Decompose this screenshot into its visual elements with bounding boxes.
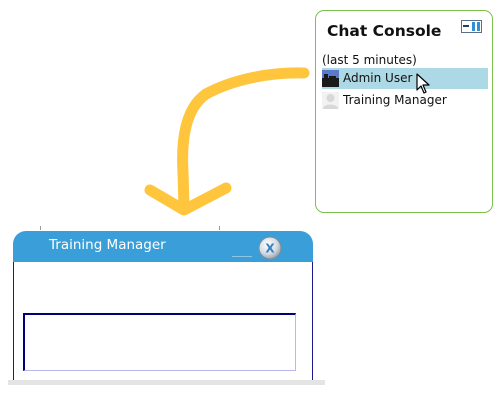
chat-console-panel: Chat Console (last 5 minutes) Admin User [315, 10, 493, 213]
user-row-admin-user[interactable]: Admin User [322, 68, 488, 89]
user-row-training-manager[interactable]: Training Manager [322, 90, 488, 111]
chat-window: Training Manager X [13, 231, 313, 380]
close-button[interactable]: X [258, 236, 282, 260]
admin-user-avatar-icon [322, 70, 339, 87]
minimize-icon[interactable] [232, 256, 252, 257]
divider-tick [219, 226, 220, 230]
chat-window-header[interactable]: Training Manager X [13, 231, 313, 262]
mouse-cursor-icon [416, 73, 430, 95]
chat-window-title: Training Manager [49, 237, 166, 253]
bottom-shelf [8, 380, 325, 385]
close-label: X [265, 242, 275, 256]
chat-console-title: Chat Console [327, 22, 442, 40]
default-user-avatar-icon [322, 92, 339, 109]
message-input[interactable] [23, 313, 296, 371]
dock-toggle-icon[interactable] [461, 20, 482, 33]
user-name: Admin User [343, 71, 413, 85]
divider-tick [40, 226, 41, 230]
user-name: Training Manager [343, 93, 447, 107]
console-subtitle: (last 5 minutes) [322, 53, 417, 67]
